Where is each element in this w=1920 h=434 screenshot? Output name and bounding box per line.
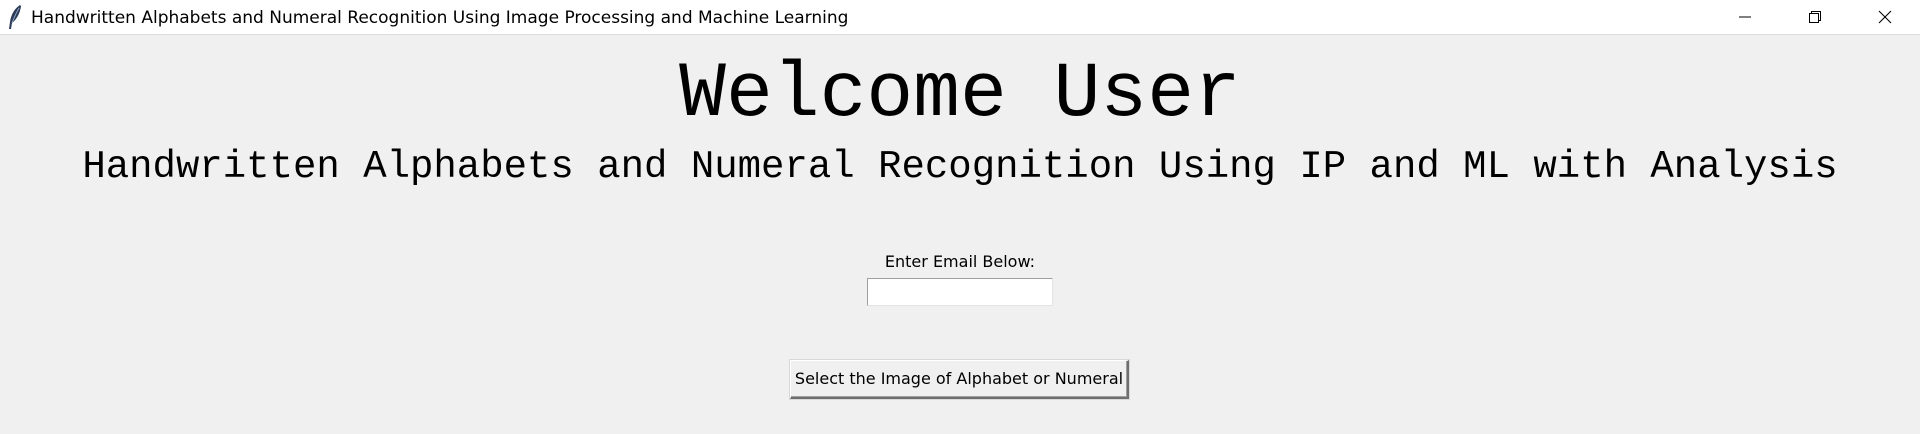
- title-bar[interactable]: Handwritten Alphabets and Numeral Recogn…: [0, 0, 1920, 35]
- close-button[interactable]: [1850, 0, 1920, 35]
- main-content: Welcome User Handwritten Alphabets and N…: [0, 35, 1920, 434]
- email-input[interactable]: [867, 278, 1053, 306]
- minimize-icon: [1739, 16, 1751, 18]
- restore-button[interactable]: [1780, 0, 1850, 35]
- app-window: Handwritten Alphabets and Numeral Recogn…: [0, 0, 1920, 434]
- window-title: Handwritten Alphabets and Numeral Recogn…: [31, 8, 849, 28]
- email-label: Enter Email Below:: [884, 252, 1036, 271]
- select-image-button[interactable]: Select the Image of Alphabet or Numeral: [790, 360, 1129, 399]
- minimize-button[interactable]: [1710, 0, 1780, 35]
- close-icon: [1878, 10, 1892, 24]
- app-subtitle: Handwritten Alphabets and Numeral Recogn…: [82, 145, 1838, 189]
- restore-icon: [1809, 11, 1821, 23]
- welcome-heading: Welcome User: [679, 51, 1241, 139]
- feather-icon: [6, 4, 24, 30]
